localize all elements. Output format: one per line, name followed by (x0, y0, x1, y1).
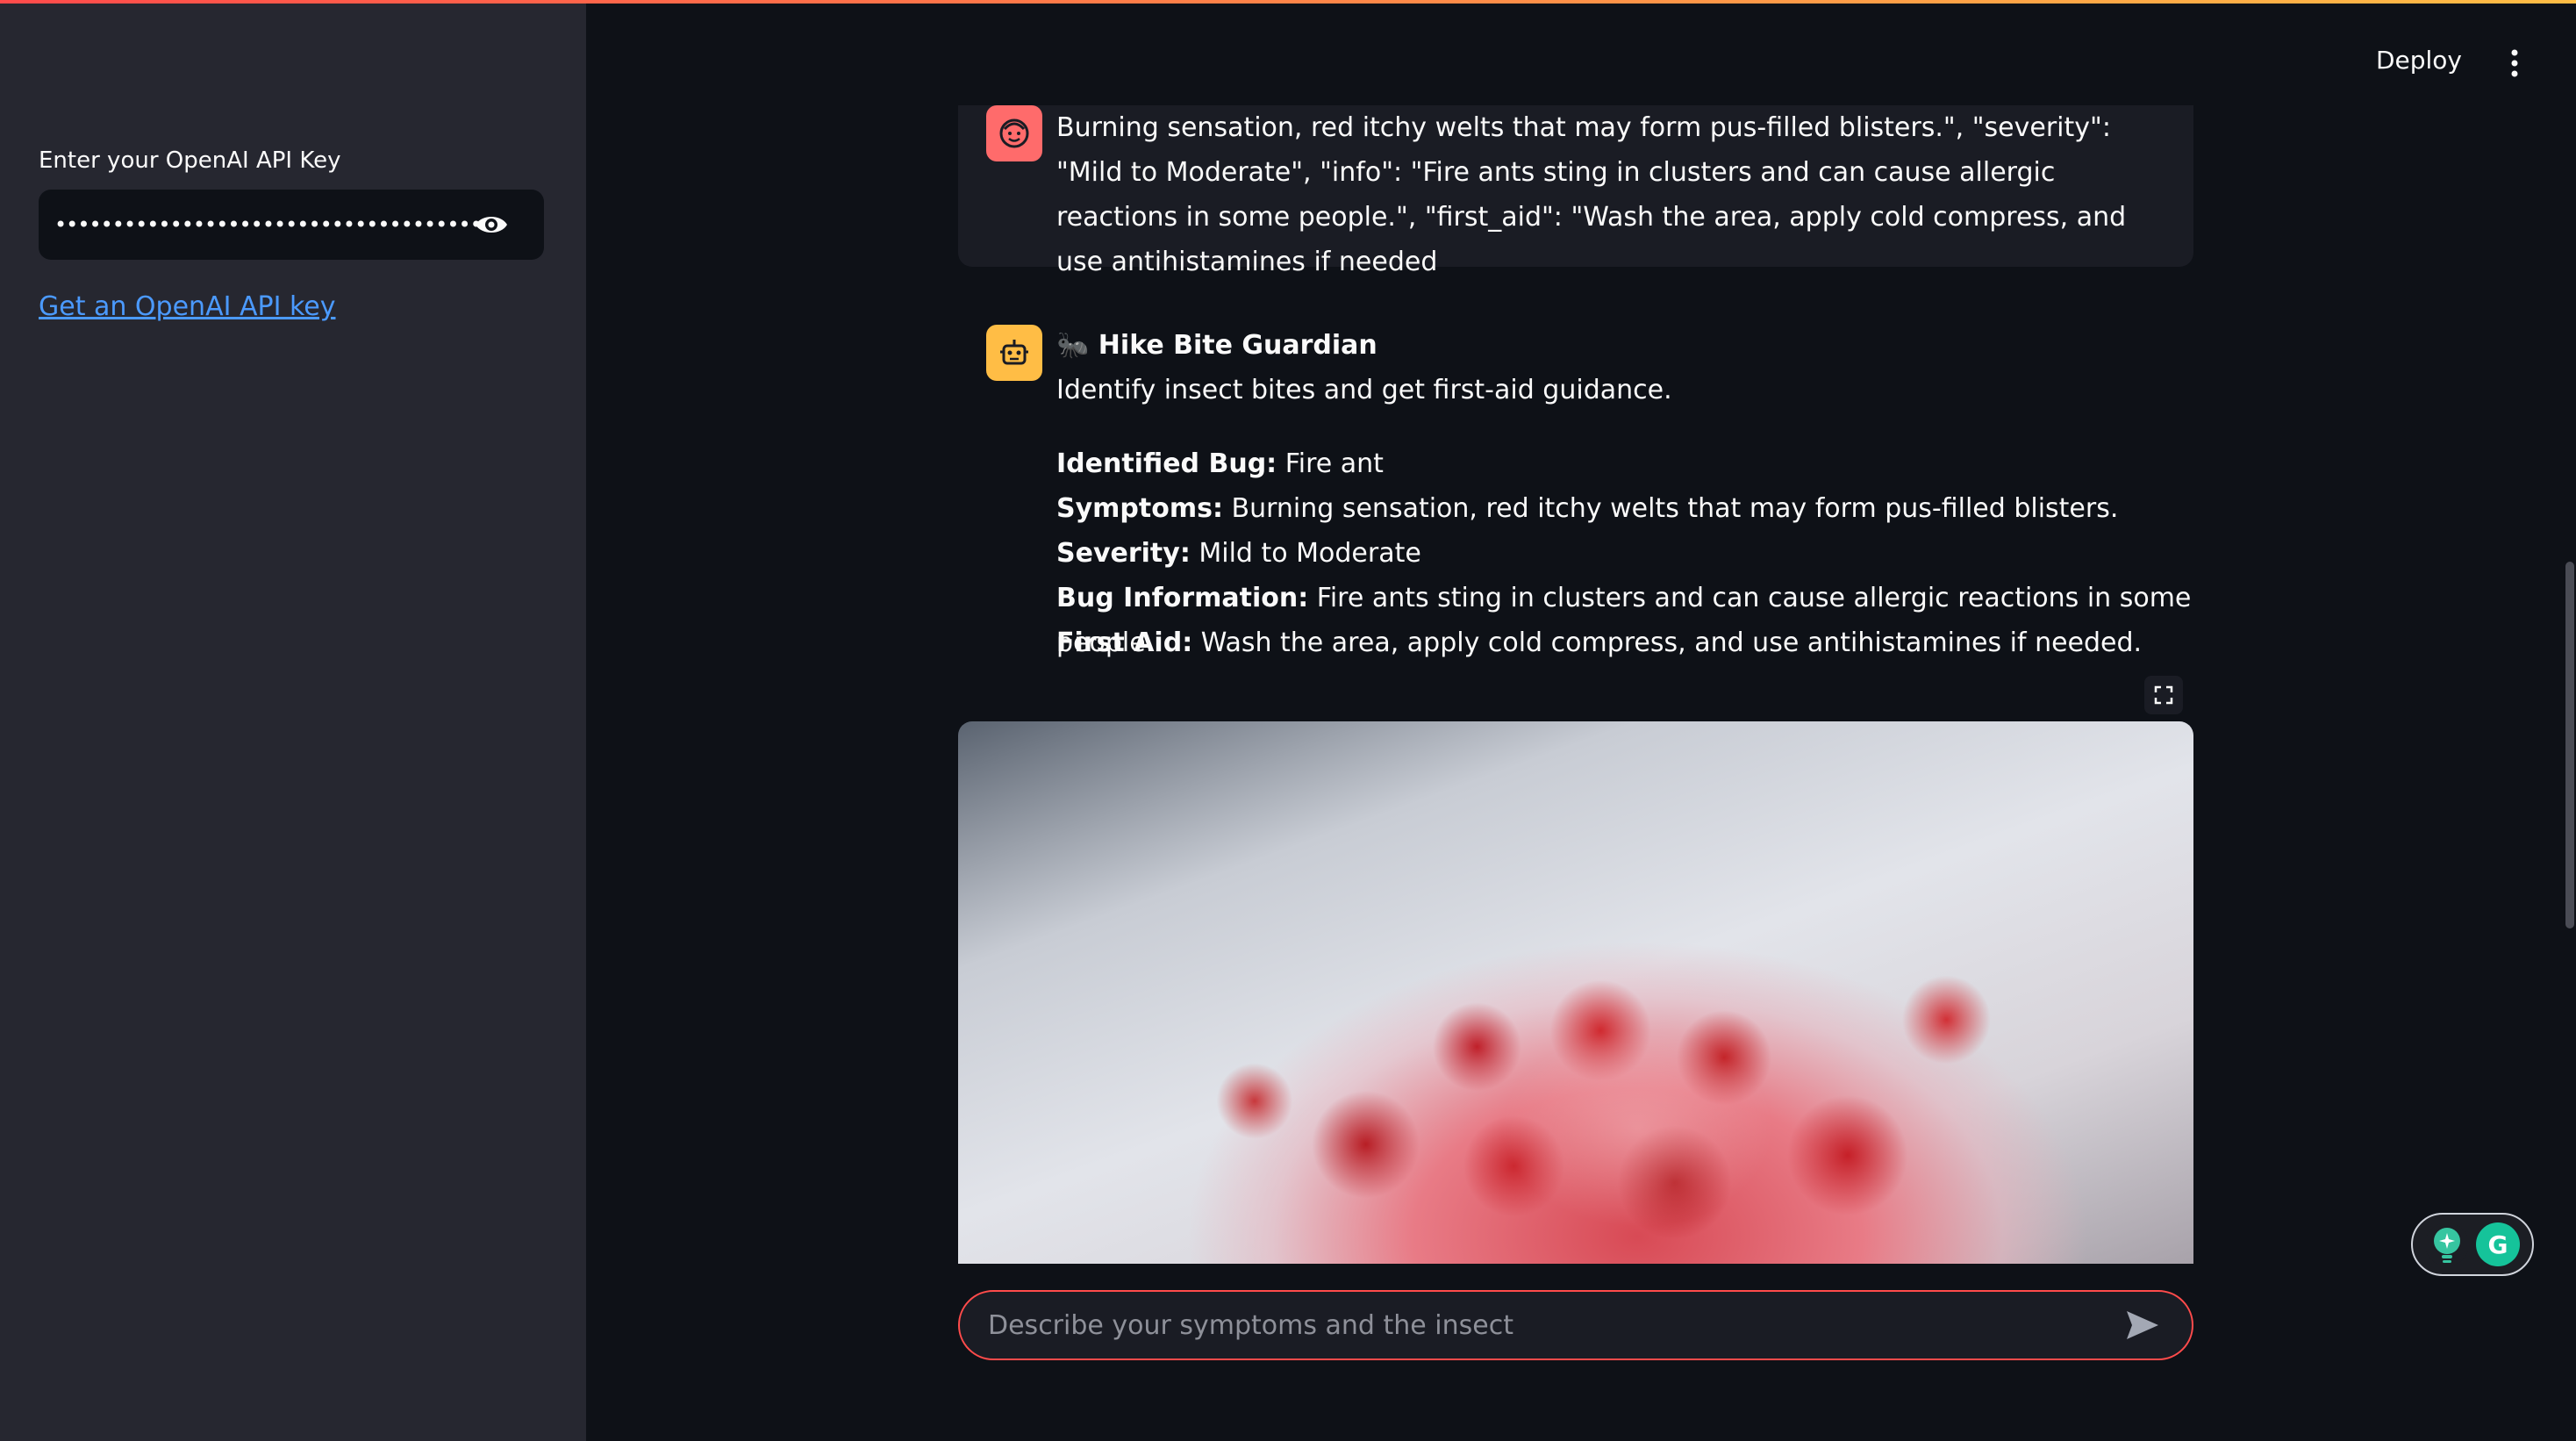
face-icon (999, 118, 1029, 148)
grammarly-widget[interactable]: G (2411, 1213, 2534, 1276)
user-avatar (986, 105, 1042, 161)
eye-icon[interactable] (474, 211, 509, 239)
field-identified-bug: Identified Bug: Fire ant (1056, 441, 1384, 486)
robot-icon (1000, 340, 1028, 365)
api-key-label: Enter your OpenAI API Key (39, 147, 341, 174)
header: Deploy (2225, 0, 2576, 105)
user-message-text: Burning sensation, red itchy welts that … (1056, 112, 2127, 277)
field-value: Burning sensation, red itchy welts that … (1222, 493, 2119, 524)
field-first-aid: First Aid: Wash the area, apply cold com… (1056, 620, 2142, 665)
field-value: Wash the area, apply cold compress, and … (1192, 627, 2143, 658)
api-key-input[interactable]: ••••••••••••••••••••••••••••••••••••••••… (39, 190, 544, 260)
field-symptoms: Symptoms: Burning sensation, red itchy w… (1056, 486, 2118, 531)
field-label: First Aid: (1056, 627, 1193, 658)
grammarly-logo-icon[interactable]: G (2476, 1222, 2520, 1266)
lightbulb-icon[interactable] (2425, 1222, 2469, 1266)
bot-intro: Identify insect bites and get first-aid … (1056, 375, 1672, 405)
grammarly-letter: G (2487, 1230, 2508, 1259)
generated-bite-image (958, 721, 2193, 1264)
field-label: Symptoms: (1056, 493, 1223, 524)
scrollbar[interactable] (2564, 0, 2576, 1441)
bot-avatar (986, 325, 1042, 381)
api-key-masked-value[interactable]: ••••••••••••••••••••••••••••••••••••••••… (54, 209, 481, 240)
sidebar: Enter your OpenAI API Key ••••••••••••••… (0, 0, 586, 1441)
send-icon[interactable] (2125, 1309, 2160, 1341)
field-value: Fire ant (1277, 448, 1384, 479)
field-value: Mild to Moderate (1190, 538, 1421, 569)
deploy-button[interactable]: Deploy (2376, 46, 2462, 75)
field-label: Identified Bug: (1056, 448, 1277, 479)
chat-messages: Burning sensation, red itchy welts that … (958, 105, 2193, 1264)
field-label: Bug Information: (1056, 583, 1309, 613)
chat-input-box[interactable] (958, 1290, 2193, 1360)
more-vertical-icon[interactable] (2506, 47, 2523, 79)
chat-input[interactable] (988, 1292, 2093, 1359)
field-severity: Severity: Mild to Moderate (1056, 531, 1421, 576)
expand-icon (2154, 685, 2173, 705)
bot-title: 🐜 Hike Bite Guardian (1056, 330, 1377, 361)
field-label: Severity: (1056, 538, 1191, 569)
fullscreen-icon[interactable] (2144, 676, 2183, 714)
scrollbar-thumb[interactable] (2565, 562, 2574, 928)
top-accent-bar (0, 0, 2576, 4)
get-api-key-link[interactable]: Get an OpenAI API key (39, 291, 335, 322)
